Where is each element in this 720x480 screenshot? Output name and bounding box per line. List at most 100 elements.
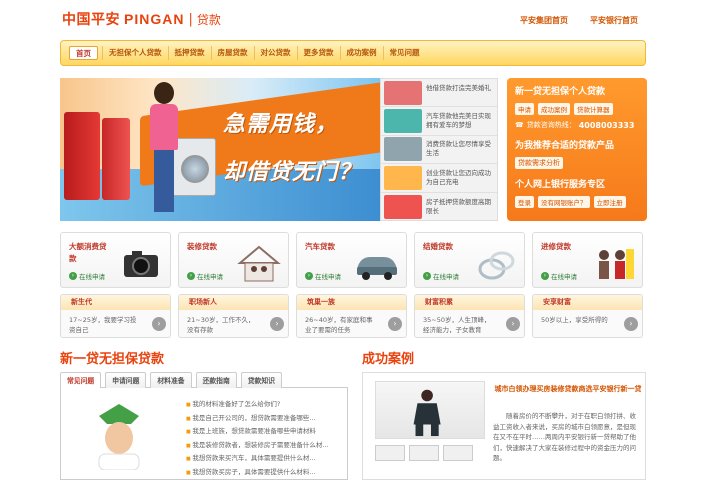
segment-title: 安享财富	[533, 295, 642, 310]
logo[interactable]: 中国平安 PINGAN | 贷款	[62, 10, 221, 28]
panel-title: 新一贷无担保个人贷款	[515, 87, 606, 97]
thumb-item[interactable]: 房子抵押贷款额度高期限长	[381, 193, 497, 221]
cases-link[interactable]: 成功案例	[538, 103, 570, 115]
card-apply-label: 在线申请	[197, 273, 223, 281]
apply-online-link[interactable]: › 在线申请	[423, 271, 459, 281]
link-bank-home[interactable]: 平安银行首页	[590, 15, 638, 26]
segment-card[interactable]: 新生代 17~25岁，我要学习投资自己 ›	[60, 294, 171, 338]
thumb-image	[384, 80, 422, 105]
go-arrow-icon[interactable]: ›	[152, 317, 166, 331]
case-thumb[interactable]	[409, 445, 439, 461]
thumb-text: 房子抵押贷款额度高期限长	[426, 197, 491, 215]
card-title: 汽车贷款	[305, 242, 335, 251]
fridge-image-2	[102, 118, 130, 200]
no-account-link[interactable]: 没有网银账户？	[538, 196, 590, 208]
person-body	[150, 104, 178, 150]
thumb-item[interactable]: 创业贷款让您迈向成功为自己充电	[381, 164, 497, 193]
thumb-item[interactable]: 消费贷款让您尽情享受生活	[381, 136, 497, 165]
calculator-link[interactable]: 贷款计算器	[574, 103, 613, 115]
graduates-icon	[599, 249, 634, 279]
nav-item-faq[interactable]: 常见问题	[382, 46, 426, 60]
hotline-label: 贷款咨询热线：	[526, 121, 576, 129]
segment-title: 财富积累	[415, 295, 524, 310]
apply-online-link[interactable]: › 在线申请	[305, 271, 341, 281]
thumb-image	[384, 109, 422, 134]
nav-item-more[interactable]: 更多贷款	[296, 46, 340, 60]
faq-item[interactable]: 我想贷款来买汽车，具体需要提供什么材...	[186, 452, 346, 466]
segment-card[interactable]: 筑巢一族 26~40岁，有家庭和事业了要需的任务 ›	[296, 294, 407, 338]
thumb-text: 他借贷款打造完美婚礼	[426, 83, 491, 92]
needs-analysis-link[interactable]: 贷款需求分析	[515, 157, 563, 169]
thumb-item[interactable]: 汽车贷款他完美日实现拥有爱车的梦想	[381, 107, 497, 136]
faq-item[interactable]: 我是自己开公司的，想贷款需要准备哪些...	[186, 412, 346, 426]
nav-item-home[interactable]: 首页	[69, 46, 98, 60]
go-arrow-icon[interactable]: ›	[270, 317, 284, 331]
nav-item-corporate[interactable]: 对公贷款	[253, 46, 297, 60]
card-apply-label: 在线申请	[315, 273, 341, 281]
segment-text: 50岁以上，享受所得的	[541, 316, 608, 324]
arrow-icon: ›	[187, 272, 195, 280]
segment-text: 35~50岁，人生顶峰，经济能力，子女教育	[423, 316, 491, 334]
card-apply-label: 在线申请	[79, 273, 105, 281]
person-head	[154, 82, 174, 104]
nav-item-unsecured[interactable]: 无担保个人贷款	[102, 46, 168, 60]
netbank-title: 个人网上银行服务专区	[515, 180, 606, 190]
tab-application[interactable]: 申请问题	[105, 372, 147, 388]
link-group-home[interactable]: 平安集团首页	[520, 15, 568, 26]
washer-door	[181, 155, 209, 183]
segment-text: 17~25岁，我要学习投资自己	[69, 316, 137, 334]
nav-item-house[interactable]: 房屋贷款	[210, 46, 254, 60]
go-arrow-icon[interactable]: ›	[624, 317, 638, 331]
nav-item-mortgage[interactable]: 抵押贷款	[167, 46, 211, 60]
apply-online-link[interactable]: › 在线申请	[541, 271, 577, 281]
faq-item[interactable]: 我是上班族，想贷款需要准备哪些申请材料	[186, 425, 346, 439]
camera-icon	[124, 251, 158, 277]
product-card-wedding[interactable]: 结婚贷款 › 在线申请	[414, 232, 525, 288]
case-section-title: 成功案例	[362, 352, 415, 367]
case-thumb[interactable]	[375, 445, 405, 461]
loan-service-panel: 新一贷无担保个人贷款 申请 成功案例 贷款计算器 ☎ 贷款咨询热线： 40080…	[507, 78, 647, 221]
segment-card[interactable]: 财富积累 35~50岁，人生顶峰，经济能力，子女教育 ›	[414, 294, 525, 338]
arrow-icon: ›	[423, 272, 431, 280]
login-button[interactable]: 登录	[515, 196, 534, 208]
tab-knowledge[interactable]: 贷款知识	[240, 372, 282, 388]
case-thumb[interactable]	[443, 445, 473, 461]
segment-text: 21~30岁，工作不久，没有存款	[187, 316, 255, 334]
segment-title: 职场新人	[179, 295, 288, 310]
thumb-image	[384, 165, 422, 190]
case-headline[interactable]: 城市白领办理买房装修贷款商选平安银行新一贷	[493, 383, 643, 395]
logo-cn: 中国平安	[62, 12, 120, 28]
tab-repayment[interactable]: 还款指南	[195, 372, 237, 388]
apply-link[interactable]: 申请	[515, 103, 534, 115]
apply-online-link[interactable]: › 在线申请	[187, 271, 223, 281]
card-title: 进修贷款	[541, 242, 571, 251]
segment-card[interactable]: 职场新人 21~30岁，工作不久，没有存款 ›	[178, 294, 289, 338]
go-arrow-icon[interactable]: ›	[506, 317, 520, 331]
netbank-links: 登录 没有网银账户？ 立即注册	[515, 196, 639, 208]
product-card-renovation[interactable]: 装修贷款 › 在线申请	[178, 232, 289, 288]
product-card-consumer[interactable]: 大额消费贷款 › 在线申请	[60, 232, 171, 288]
card-title: 结婚贷款	[423, 242, 453, 251]
product-card-auto[interactable]: 汽车贷款 › 在线申请	[296, 232, 407, 288]
segment-title: 筑巢一族	[297, 295, 406, 310]
card-title: 装修贷款	[187, 242, 217, 251]
tab-materials[interactable]: 材料准备	[150, 372, 192, 388]
case-summary: 随着房价的不断攀升，对于在职白领打拼、收益工资收入者来说，买房的城市白领愿意，是…	[493, 412, 636, 462]
faq-item[interactable]: 我是装修贷款者，想装修房子需要准备什么材...	[186, 439, 346, 453]
nav-item-cases[interactable]: 成功案例	[339, 46, 383, 60]
card-apply-label: 在线申请	[551, 273, 577, 281]
promo-banner[interactable]: 急需用钱， 却借贷无门？	[60, 78, 380, 221]
segment-card[interactable]: 安享财富 50岁以上，享受所得的 ›	[532, 294, 643, 338]
person-legs	[154, 150, 174, 212]
arrow-icon: ›	[541, 272, 549, 280]
thumb-item[interactable]: 他借贷款打造完美婚礼	[381, 79, 497, 108]
faq-item[interactable]: 我想贷款买房子，具体需要提供什么材料...	[186, 466, 346, 480]
register-link[interactable]: 立即注册	[593, 196, 626, 208]
go-arrow-icon[interactable]: ›	[388, 317, 402, 331]
faq-item[interactable]: 我的材料准备好了怎么给你们?	[186, 398, 346, 412]
product-card-education[interactable]: 进修贷款 › 在线申请	[532, 232, 643, 288]
tab-common-questions[interactable]: 常见问题	[60, 372, 102, 388]
apply-online-link[interactable]: › 在线申请	[69, 271, 105, 281]
woman-image	[146, 82, 182, 216]
hotline: ☎ 贷款咨询热线： 4008003333	[515, 120, 639, 130]
